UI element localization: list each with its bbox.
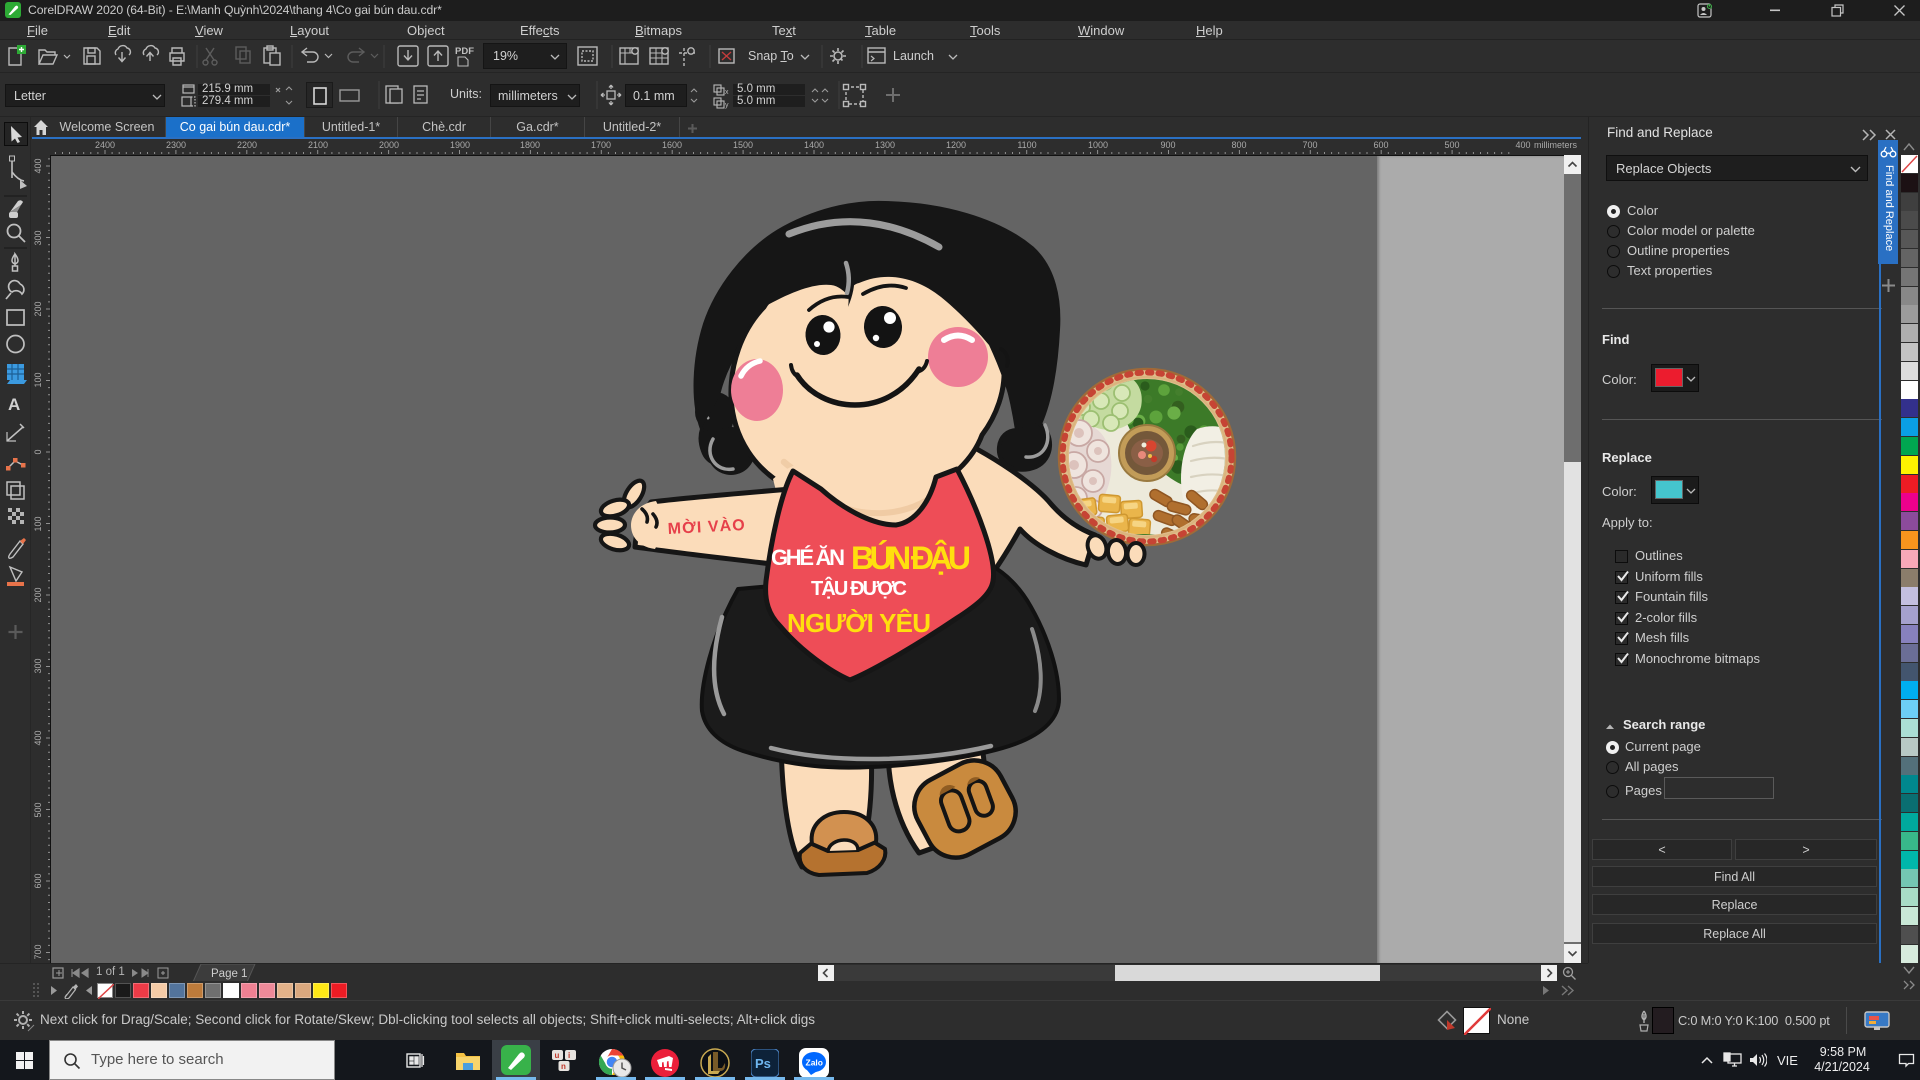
svg-text:Zalo: Zalo	[806, 1058, 823, 1068]
svg-text:GHÉ ĂN: GHÉ ĂN	[771, 545, 845, 570]
svg-text:Page 1: Page 1	[211, 968, 247, 980]
svg-text:u: u	[555, 1051, 560, 1060]
svg-text:x: x	[725, 89, 729, 96]
svg-text:PDF: PDF	[455, 46, 474, 57]
svg-text:A: A	[8, 395, 20, 414]
svg-text:NGƯỜI YÊU: NGƯỜI YÊU	[787, 608, 931, 638]
svg-text:i: i	[568, 1051, 570, 1060]
svg-text:BÚN ĐẬU: BÚN ĐẬU	[851, 540, 971, 576]
svg-text:y: y	[725, 102, 729, 109]
svg-text:n: n	[561, 1062, 566, 1071]
svg-text:TẬU ĐƯỢC: TẬU ĐƯỢC	[811, 576, 907, 600]
svg-text:Ps: Ps	[755, 1056, 771, 1071]
